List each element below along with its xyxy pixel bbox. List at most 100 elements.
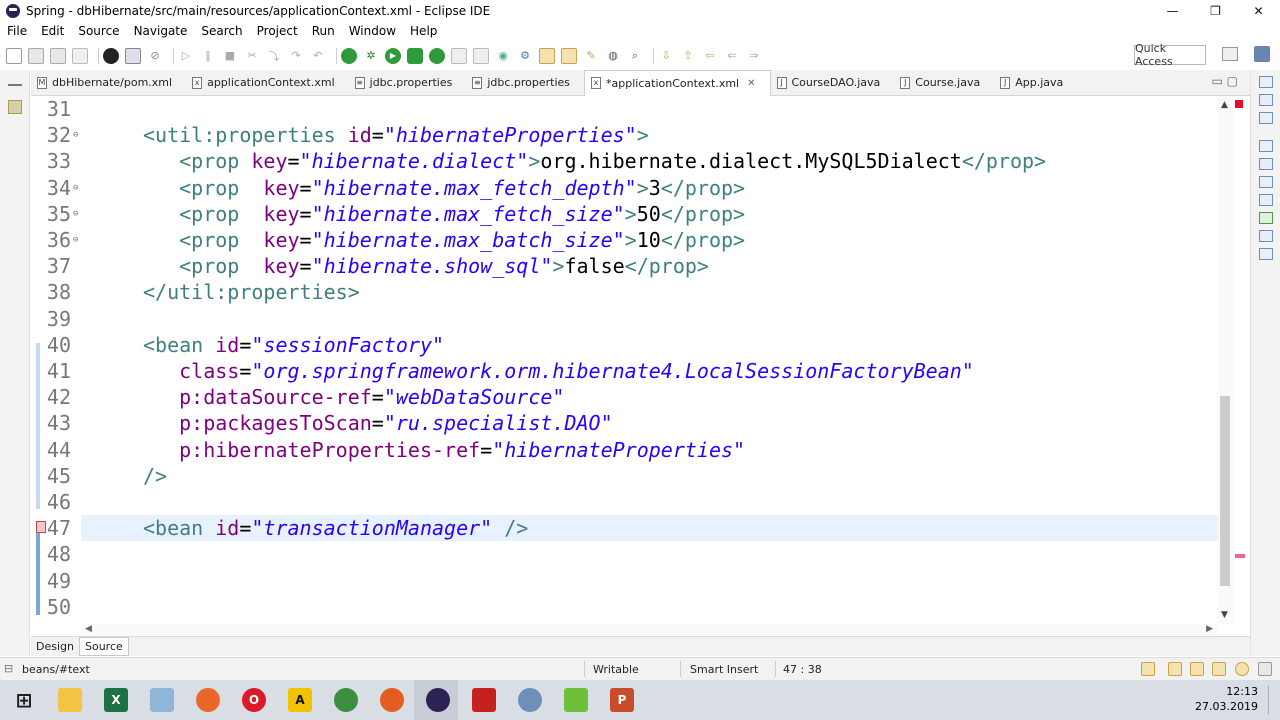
disconnect-icon[interactable]: ✂ — [244, 48, 260, 64]
maxthon-icon[interactable]: A — [288, 688, 312, 712]
tab-jdbc-properties-1[interactable]: ≡ jdbc.properties — [349, 70, 467, 96]
code-line[interactable]: 49 — [31, 568, 1217, 594]
menu-edit[interactable]: Edit — [34, 24, 71, 38]
scroll-down-icon[interactable]: ▼ — [1221, 610, 1228, 620]
firefox-icon[interactable] — [196, 688, 220, 712]
scroll-thumb[interactable] — [1220, 396, 1230, 586]
code-line[interactable]: 34 ⊖ <prop key="hibernate.max_fetch_depth… — [31, 175, 1217, 201]
code-line[interactable]: 44 p:hibernateProperties-ref="hibernateP… — [31, 437, 1217, 463]
prev-annotation-icon[interactable]: ⇧ — [680, 48, 696, 64]
open-folder-icon[interactable] — [539, 47, 555, 64]
minimize-button[interactable]: — — [1151, 0, 1194, 21]
menu-search[interactable]: Search — [194, 24, 249, 38]
step-over-icon[interactable]: ↷ — [288, 48, 304, 64]
suspend-icon[interactable]: ‖ — [200, 48, 216, 64]
error-line-marker[interactable] — [1235, 554, 1245, 558]
code-line[interactable]: 46 — [31, 489, 1217, 515]
tab-application-context[interactable]: x applicationContext.xml — [186, 70, 349, 96]
resume-icon[interactable]: ▷ — [178, 48, 194, 64]
open-type-icon[interactable]: ⚙ — [517, 48, 533, 64]
code-line[interactable]: 47 <bean id="transactionManager" /> — [31, 515, 1217, 541]
data-source-icon[interactable] — [1258, 176, 1273, 188]
tab-course-dao[interactable]: J CourseDAO.java — [771, 70, 895, 96]
open-task-icon[interactable] — [561, 47, 577, 64]
opera-icon[interactable]: O — [242, 688, 266, 712]
step-return-icon[interactable]: ↶ — [310, 48, 326, 64]
tab-application-context-active[interactable]: x *applicationContext.xml ✕ — [584, 69, 771, 96]
system-clock[interactable]: 12:13 27.03.2019 — [1195, 684, 1258, 714]
new-server-icon[interactable] — [451, 47, 467, 64]
snippets-icon[interactable] — [1258, 194, 1273, 206]
menu-file[interactable]: File — [0, 24, 34, 38]
step-into-icon[interactable]: ⤵ — [266, 48, 282, 64]
tab-design[interactable]: Design — [31, 638, 79, 655]
fold-toggle-icon[interactable]: ⊖ — [73, 235, 78, 245]
minimize-maximize-editor-icon[interactable]: ▭ ▢ — [1212, 74, 1239, 88]
run-icon[interactable]: ▶ — [385, 47, 401, 64]
tab-course-java[interactable]: J Course.java — [894, 70, 994, 96]
tab-jdbc-properties-2[interactable]: ≡ jdbc.properties — [466, 70, 584, 96]
scroll-right-icon[interactable]: ▶ — [1206, 624, 1213, 634]
scroll-left-icon[interactable]: ◀ — [85, 624, 92, 634]
terminate-icon[interactable]: ■ — [222, 48, 238, 64]
error-overview-icon[interactable] — [1235, 100, 1243, 108]
code-line[interactable]: 38 </util:properties> — [31, 279, 1217, 305]
fold-toggle-icon[interactable]: ⊖ — [73, 209, 78, 219]
scroll-up-icon[interactable]: ▲ — [1221, 100, 1228, 110]
search-icon[interactable]: ⌕ — [627, 48, 643, 64]
eclipse-task-icon[interactable] — [426, 688, 450, 712]
terminal-icon[interactable] — [125, 47, 141, 64]
code-line[interactable]: 36 ⊖ <prop key="hibernate.max_batch_size"… — [31, 227, 1217, 253]
progress-icon[interactable] — [1258, 230, 1273, 242]
outline-icon[interactable] — [1258, 76, 1273, 88]
notepad-icon[interactable] — [150, 688, 174, 712]
menu-source[interactable]: Source — [71, 24, 126, 38]
menu-help[interactable]: Help — [403, 24, 444, 38]
fold-toggle-icon[interactable]: ⊖ — [73, 130, 78, 140]
project-explorer-icon[interactable] — [7, 100, 22, 114]
forward-icon[interactable]: ⇒ — [746, 48, 762, 64]
code-line[interactable]: 40 <bean id="sessionFactory" — [31, 332, 1217, 358]
notepad-plus-plus-icon[interactable] — [564, 688, 588, 712]
powerpoint-icon[interactable]: P — [610, 688, 634, 712]
run-server-icon[interactable] — [341, 47, 357, 64]
status-tool-icon[interactable] — [1258, 662, 1272, 676]
code-line[interactable]: 32 ⊖ <util:properties id="hibernatePropert… — [31, 122, 1217, 148]
code-line[interactable]: 48 — [31, 541, 1217, 567]
save-all-icon[interactable] — [50, 47, 66, 64]
properties-icon[interactable] — [1258, 112, 1273, 124]
new-class-icon[interactable]: ◉ — [495, 48, 511, 64]
code-line[interactable]: 39 — [31, 306, 1217, 332]
windows-start-icon[interactable]: ⊞ — [12, 688, 36, 712]
external-tools-icon[interactable] — [429, 47, 445, 64]
new-icon[interactable] — [6, 47, 22, 64]
acrobat-icon[interactable] — [472, 688, 496, 712]
source-editor[interactable]: 31 32 ⊖ <util:properties id="hibernatePrope… — [31, 96, 1239, 624]
menu-window[interactable]: Window — [342, 24, 403, 38]
tab-source[interactable]: Source — [78, 637, 129, 656]
restore-button[interactable]: ❐ — [1194, 0, 1237, 21]
menu-navigate[interactable]: Navigate — [127, 24, 195, 38]
settings-app-icon[interactable] — [380, 688, 404, 712]
globe-icon[interactable]: ◍ — [605, 48, 621, 64]
toggle-mark-icon[interactable] — [103, 47, 119, 64]
fold-toggle-icon[interactable]: ⊖ — [73, 183, 78, 193]
file-explorer-icon[interactable] — [58, 688, 82, 712]
horizontal-scrollbar[interactable]: ◀ ▶ — [81, 624, 1217, 636]
code-line[interactable]: 50 — [31, 594, 1217, 620]
next-annotation-icon[interactable]: ⇩ — [658, 48, 674, 64]
task-list-icon[interactable] — [1258, 94, 1273, 106]
code-line[interactable]: 31 — [31, 96, 1217, 122]
status-tool-icon[interactable] — [1235, 662, 1249, 676]
code-line[interactable]: 41 class="org.springframework.orm.hibern… — [31, 358, 1217, 384]
back-icon[interactable]: ⇐ — [724, 48, 740, 64]
status-tool-icon[interactable] — [1141, 662, 1155, 676]
overview-ruler[interactable] — [1234, 96, 1248, 624]
code-line[interactable]: 45 /> — [31, 463, 1217, 489]
close-tab-icon[interactable]: ✕ — [747, 78, 755, 89]
snipping-tool-icon[interactable] — [518, 688, 542, 712]
pen-icon[interactable]: ✎ — [583, 48, 599, 64]
code-line[interactable]: 43 p:packagesToScan="ru.specialist.DAO" — [31, 410, 1217, 436]
close-button[interactable]: ✕ — [1237, 0, 1280, 21]
chrome-icon[interactable] — [334, 688, 358, 712]
